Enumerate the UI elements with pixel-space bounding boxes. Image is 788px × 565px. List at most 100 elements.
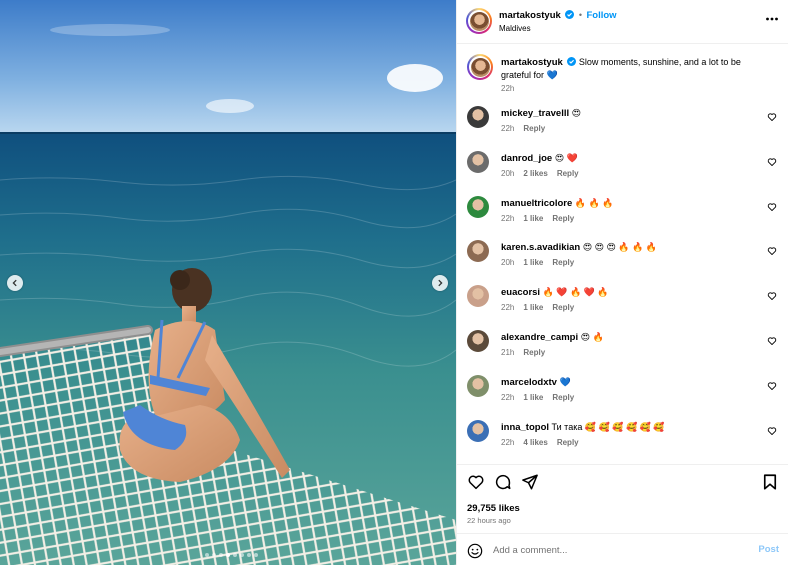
bookmark-icon[interactable] [761,473,779,491]
commenter-username[interactable]: manueltricolore [501,198,572,209]
caption-author-avatar[interactable] [467,54,493,80]
comment-body: 🔥 ❤️ 🔥 ❤️ 🔥 [542,287,609,298]
comment-like-heart-icon[interactable] [767,202,777,212]
comment-item: manueltricolore 🔥 🔥 🔥 22h 1 like Reply [467,195,779,236]
comment-meta: 22h 1 like Reply [501,393,574,402]
likes-count[interactable]: 29,755 likes [467,503,520,514]
comment-timestamp: 22h [501,213,515,223]
carousel-dot [219,553,223,557]
commenter-username[interactable]: marcelodxtv [501,377,557,388]
comment-input[interactable] [493,542,743,558]
comment-likes[interactable]: 1 like [523,258,543,267]
emoji-icon[interactable] [467,543,483,559]
add-comment-bar: Post [457,533,788,565]
reply-button[interactable]: Reply [552,303,574,312]
comment-like-heart-icon[interactable] [767,112,777,122]
comment-like-heart-icon[interactable] [767,381,777,391]
comment-text-line: mickey_travelll 😍 [501,108,581,119]
comment-meta: 21h Reply [501,348,545,357]
commenter-username[interactable]: mickey_travelll [501,108,569,119]
commenter-username[interactable]: karen.s.avadikian [501,242,580,253]
commenter-avatar[interactable] [467,419,489,442]
comments-list[interactable]: martakostyuk Slow moments, sunshine, and… [457,44,788,464]
chevron-left-icon [12,279,17,287]
comment-text-line: danrod_joe 😍 ❤️ [501,153,578,164]
carousel-dot [233,553,237,557]
carousel-indicator [205,553,258,557]
commenter-username[interactable]: danrod_joe [501,153,552,164]
commenter-avatar[interactable] [467,240,489,263]
caption-username[interactable]: martakostyuk [501,57,563,68]
comment-like-heart-icon[interactable] [767,157,777,167]
comment-body: 😍 ❤️ [554,152,578,163]
reply-button[interactable]: Reply [523,124,545,133]
reply-button[interactable]: Reply [552,258,574,267]
comment-likes[interactable]: 1 like [523,303,543,312]
commenter-username[interactable]: inna_topol [501,422,549,433]
comment-timestamp: 22h [501,437,515,447]
commenter-avatar[interactable] [467,330,489,352]
comment-body: 😍 🔥 [580,332,604,342]
author-avatar[interactable] [466,8,492,34]
comment-likes[interactable]: 1 like [523,214,543,223]
post-photo[interactable] [0,0,456,565]
reply-button[interactable]: Reply [552,393,574,402]
comment-icon[interactable] [494,473,512,491]
paper-plane-icon[interactable] [521,473,539,491]
commenter-avatar[interactable] [467,195,489,218]
post-location[interactable]: Maldives [499,24,531,33]
reply-button[interactable]: Reply [557,169,579,178]
comment-item: danrod_joe 😍 ❤️ 20h 2 likes Reply [467,150,779,191]
comment-item: euacorsi 🔥 ❤️ 🔥 ❤️ 🔥 22h 1 like Reply [467,285,779,325]
comment-like-heart-icon[interactable] [767,246,777,256]
comment-item: inna_topol Ти така 🥰 🥰 🥰 🥰 🥰 🥰 22h 4 likes… [467,419,779,460]
comment-text-line: alexandre_campi 😍 🔥 [501,332,604,343]
more-options-icon[interactable] [765,12,779,26]
comment-like-heart-icon[interactable] [767,336,777,346]
comment-likes[interactable]: 1 like [523,393,543,402]
comment-timestamp: 22h [501,303,515,313]
comment-item: marcelodxtv 💙 22h 1 like Reply [467,374,779,415]
post-actions: 29,755 likes 22 hours ago Post [457,464,788,564]
commenter-avatar[interactable] [467,106,489,128]
follow-button[interactable]: Follow [586,10,616,21]
comment-meta: 20h 1 like Reply [501,258,574,267]
comment-body: 😍 [571,108,582,118]
reply-button[interactable]: Reply [523,348,545,357]
commenter-avatar[interactable] [467,285,489,308]
comment-meta: 22h Reply [501,124,545,133]
comment-timestamp: 20h [501,258,515,268]
next-photo-button[interactable] [432,275,448,291]
commenter-username[interactable]: alexandre_campi [501,332,578,343]
commenter-avatar[interactable] [467,150,489,173]
comment-item: alexandre_campi 😍 🔥 21h Reply [467,330,779,370]
comment-like-heart-icon[interactable] [767,291,777,301]
posted-time: 22 hours ago [467,516,511,525]
comment-meta: 20h 2 likes Reply [501,169,579,178]
comment-text-line: inna_topol Ти така 🥰 🥰 🥰 🥰 🥰 🥰 [501,422,665,433]
comment-likes[interactable]: 2 likes [523,169,547,178]
comment-text-line: euacorsi 🔥 ❤️ 🔥 ❤️ 🔥 [501,287,609,298]
reply-button[interactable]: Reply [552,214,574,223]
post-comment-button[interactable]: Post [758,544,779,555]
author-username[interactable]: martakostyuk [499,10,561,21]
comment-item: karen.s.avadikian 😍 😍 😍 🔥 🔥 🔥 20h 1 like Re… [467,240,779,280]
carousel-dot [247,553,251,557]
commenter-avatar[interactable] [467,374,489,397]
caption-timestamp: 22h [501,84,515,93]
commenter-username[interactable]: euacorsi [501,287,540,298]
previous-photo-button[interactable] [7,275,23,291]
comment-like-heart-icon[interactable] [767,426,777,436]
comment-body: 💙 [559,376,571,387]
chevron-right-icon [438,279,443,287]
reply-button[interactable]: Reply [557,438,579,447]
comment-timestamp: 22h [501,392,515,402]
comment-meta: 22h 4 likes Reply [501,438,579,447]
separator-dot: • [578,10,582,20]
heart-icon[interactable] [467,473,485,491]
post-details-panel: martakostyuk • Follow Maldives martakost… [456,0,788,565]
comment-meta: 22h 1 like Reply [501,303,574,312]
carousel-dot [205,553,209,557]
comment-likes[interactable]: 4 likes [523,438,547,447]
comment-body: Ти така 🥰 🥰 🥰 🥰 🥰 🥰 [551,421,665,432]
